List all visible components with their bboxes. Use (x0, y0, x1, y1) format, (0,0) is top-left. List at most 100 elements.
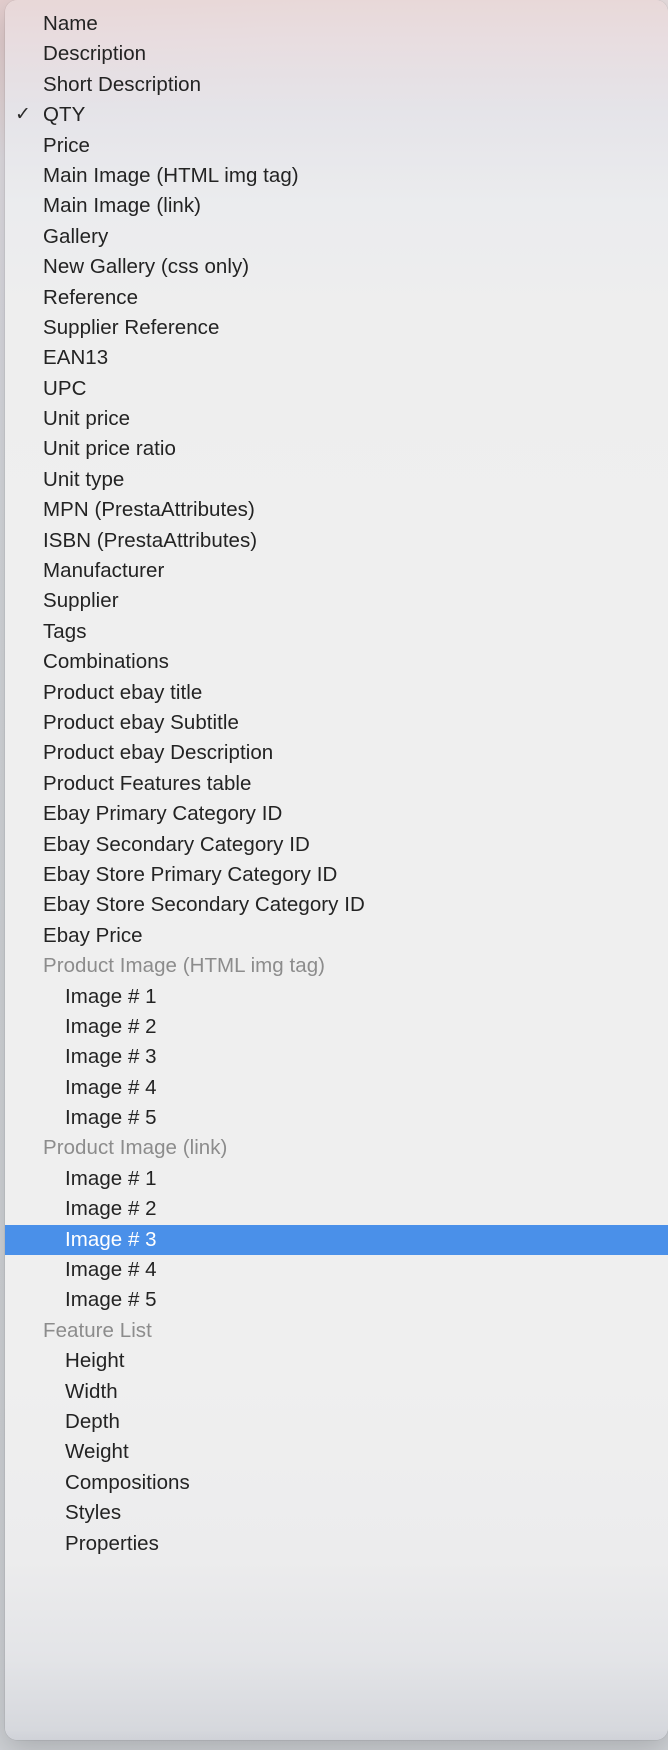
menu-item[interactable]: Depth (5, 1407, 668, 1437)
menu-item[interactable]: Unit price ratio (5, 434, 668, 464)
menu-item[interactable]: Image # 1 (5, 982, 668, 1012)
menu-item-label: Main Image (link) (43, 194, 202, 218)
menu-item[interactable]: Description (5, 39, 668, 69)
menu-item-label: MPN (PrestaAttributes) (43, 498, 255, 522)
menu-item[interactable]: Product ebay Description (5, 738, 668, 768)
menu-item[interactable]: Image # 4 (5, 1255, 668, 1285)
menu-item-label: Manufacturer (43, 559, 165, 583)
menu-item[interactable]: ✓ QTY (5, 100, 668, 130)
menu-item[interactable]: Main Image (link) (5, 191, 668, 221)
menu-item-label: Image # 1 (65, 984, 157, 1008)
menu-item[interactable]: Styles (5, 1498, 668, 1528)
menu-item-label: ISBN (PrestaAttributes) (43, 528, 258, 552)
menu-item-label: Product ebay Description (43, 741, 274, 765)
menu-item[interactable]: Name (5, 9, 668, 39)
menu-item-label: Ebay Price (43, 923, 143, 947)
menu-item[interactable]: Ebay Store Primary Category ID (5, 860, 668, 890)
menu-item-label: Ebay Secondary Category ID (43, 832, 310, 856)
checkmark-icon: ✓ (15, 104, 31, 126)
menu-item[interactable]: Price (5, 131, 668, 161)
menu-item-label: Image # 5 (65, 1106, 157, 1130)
menu-item-label: Compositions (65, 1470, 190, 1494)
menu-item[interactable]: Product ebay Subtitle (5, 708, 668, 738)
menu-item-label: Description (43, 42, 147, 66)
menu-item[interactable]: ISBN (PrestaAttributes) (5, 526, 668, 556)
menu-item-label: Weight (65, 1440, 129, 1464)
menu-item[interactable]: Image # 3 (5, 1224, 668, 1256)
menu-item-label: Image # 4 (65, 1258, 157, 1282)
menu-item-label: Short Description (43, 72, 202, 96)
menu-item-label: Tags (43, 619, 87, 643)
menu-item[interactable]: Image # 4 (5, 1073, 668, 1103)
menu-item-label: Main Image (HTML img tag) (43, 163, 299, 187)
menu-item-label: Ebay Store Primary Category ID (43, 862, 338, 886)
menu-item[interactable]: Ebay Secondary Category ID (5, 830, 668, 860)
menu-item-label: Image # 2 (65, 1014, 157, 1038)
menu-item[interactable]: Tags (5, 617, 668, 647)
menu-item-label: EAN13 (43, 346, 109, 370)
menu-item[interactable]: Supplier Reference (5, 313, 668, 343)
menu-item-label: Price (43, 133, 90, 157)
menu-item-label: Product Image (HTML img tag) (43, 954, 326, 978)
menu-item-label: Styles (65, 1501, 122, 1525)
menu-item[interactable]: Short Description (5, 70, 668, 100)
menu-item-label: Image # 5 (65, 1288, 157, 1312)
menu-item[interactable]: Gallery (5, 222, 668, 252)
menu-item-label: Combinations (43, 650, 169, 674)
menu-item-label: Product ebay Subtitle (43, 710, 239, 734)
menu-item-label: New Gallery (css only) (43, 255, 250, 279)
menu-item[interactable]: UPC (5, 374, 668, 404)
menu-item[interactable]: Product Features table (5, 769, 668, 799)
menu-item[interactable]: Compositions (5, 1468, 668, 1498)
menu-item-label: Unit price ratio (43, 437, 176, 461)
menu-item[interactable]: Image # 1 (5, 1164, 668, 1194)
menu-item[interactable]: Image # 2 (5, 1012, 668, 1042)
menu-item[interactable]: Reference (5, 283, 668, 313)
menu-item-label: Ebay Primary Category ID (43, 802, 283, 826)
menu-group-header: Feature List (5, 1316, 668, 1346)
menu-item[interactable]: Ebay Primary Category ID (5, 799, 668, 829)
menu-item-label: Unit type (43, 467, 125, 491)
menu-item[interactable]: Image # 2 (5, 1194, 668, 1224)
menu-item[interactable]: Supplier (5, 586, 668, 616)
menu-item[interactable]: Product ebay title (5, 678, 668, 708)
menu-item[interactable]: Manufacturer (5, 556, 668, 586)
menu-item-label: Gallery (43, 224, 109, 248)
field-selection-context-menu[interactable]: Name Description Short Description ✓ QTY Pric… (5, 0, 668, 1740)
menu-item-label: Image # 2 (65, 1197, 157, 1221)
menu-item[interactable]: Weight (5, 1437, 668, 1467)
menu-item-label: Image # 1 (65, 1166, 157, 1190)
menu-item[interactable]: Ebay Price (5, 921, 668, 951)
menu-item-label: Supplier Reference (43, 315, 220, 339)
menu-item-label: Product ebay title (43, 680, 203, 704)
menu-item-label: Width (65, 1379, 118, 1403)
menu-item-label: Height (65, 1349, 125, 1373)
menu-item-label: Properties (65, 1531, 159, 1555)
menu-item-label: Feature List (43, 1318, 152, 1342)
menu-item[interactable]: Image # 3 (5, 1042, 668, 1072)
menu-item-label: Product Image (link) (43, 1136, 228, 1160)
menu-item-label: QTY (43, 103, 86, 127)
menu-group-header: Product Image (HTML img tag) (5, 951, 668, 981)
menu-item[interactable]: Unit price (5, 404, 668, 434)
menu-item[interactable]: Properties (5, 1529, 668, 1559)
menu-item[interactable]: Unit type (5, 465, 668, 495)
menu-item[interactable]: New Gallery (css only) (5, 252, 668, 282)
menu-item[interactable]: Height (5, 1346, 668, 1376)
menu-item-label: Depth (65, 1409, 120, 1433)
menu-item[interactable]: Main Image (HTML img tag) (5, 161, 668, 191)
menu-item[interactable]: Combinations (5, 647, 668, 677)
menu-item-list: Name Description Short Description ✓ QTY Pric… (5, 0, 668, 1559)
menu-item[interactable]: Image # 5 (5, 1103, 668, 1133)
menu-item-label: Image # 3 (65, 1227, 157, 1251)
menu-item-label: Ebay Store Secondary Category ID (43, 893, 365, 917)
menu-item[interactable]: EAN13 (5, 343, 668, 373)
menu-item-label: Image # 3 (65, 1045, 157, 1069)
menu-item-label: Reference (43, 285, 139, 309)
menu-item[interactable]: Width (5, 1377, 668, 1407)
menu-item-label: UPC (43, 376, 87, 400)
menu-item[interactable]: Ebay Store Secondary Category ID (5, 890, 668, 920)
menu-item-label: Unit price (43, 407, 131, 431)
menu-item[interactable]: MPN (PrestaAttributes) (5, 495, 668, 525)
menu-item[interactable]: Image # 5 (5, 1285, 668, 1315)
